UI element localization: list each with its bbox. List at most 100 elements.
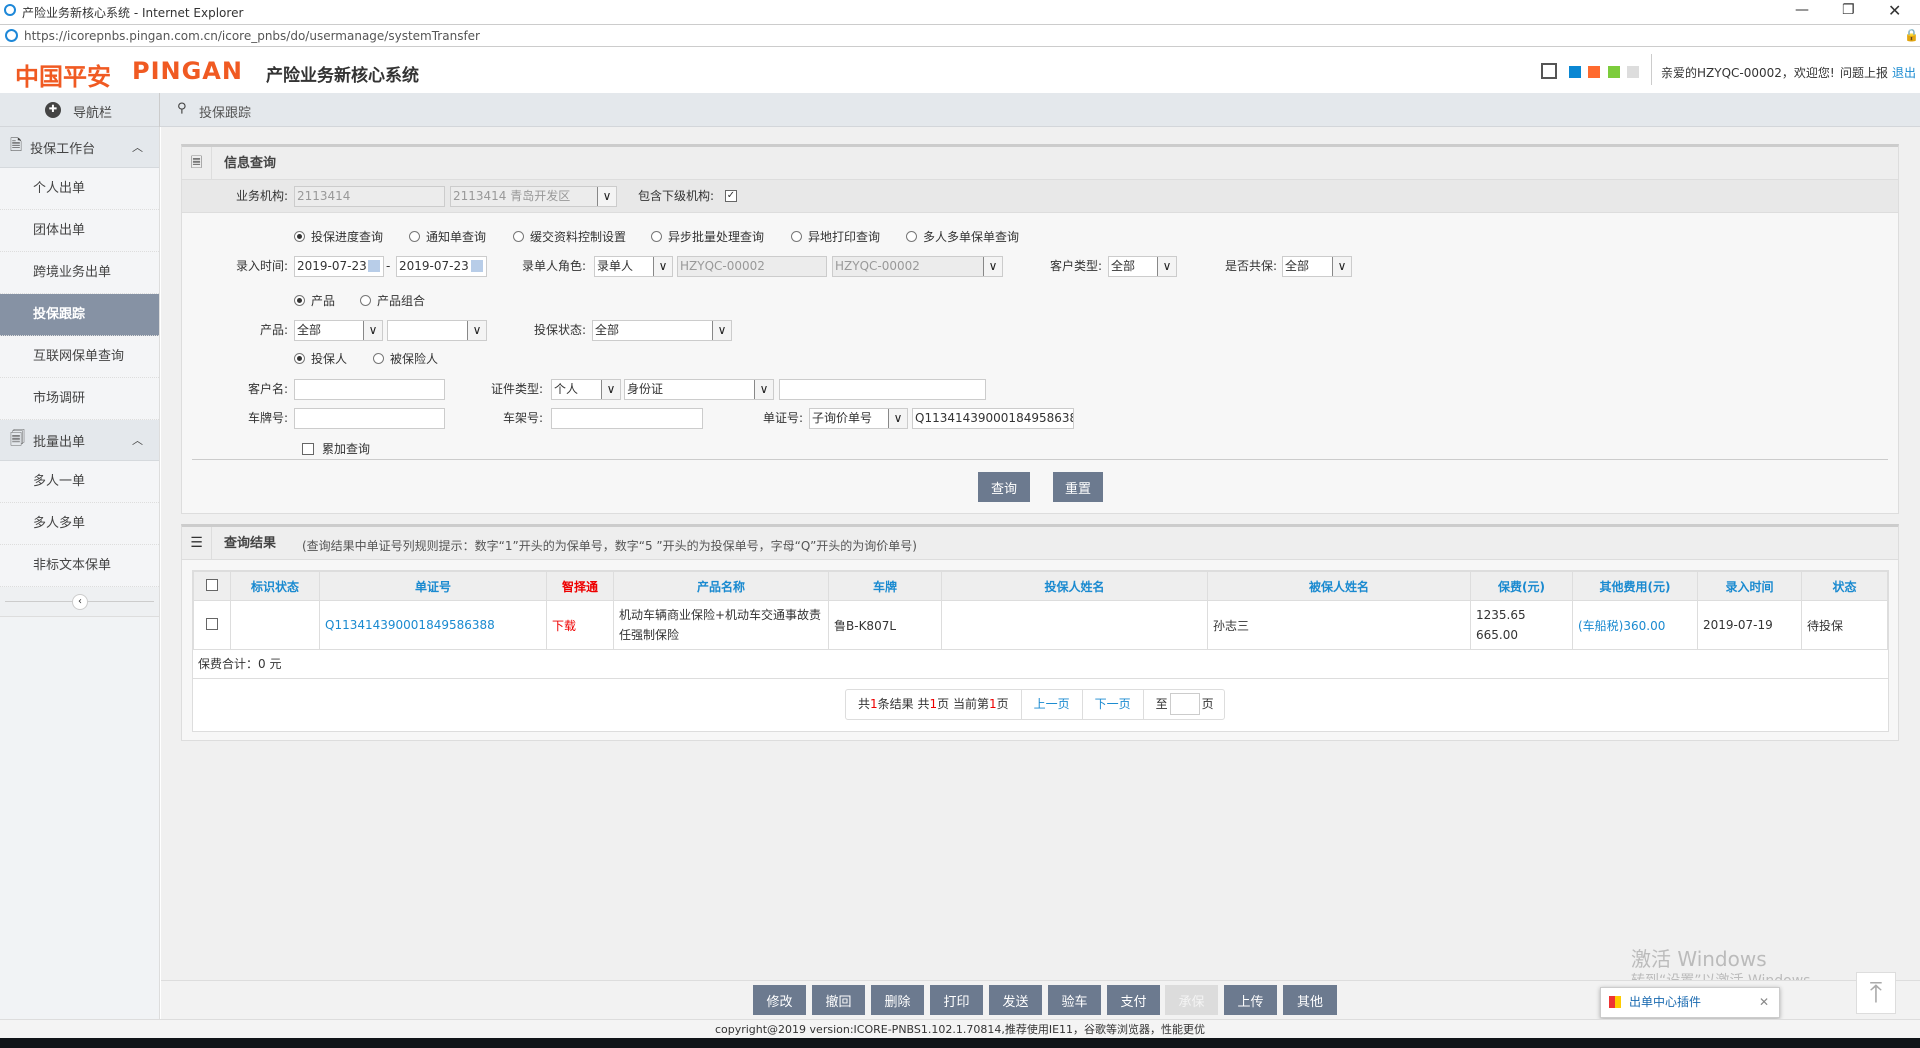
theme-orange-swatch[interactable] — [1588, 66, 1600, 78]
other-button[interactable]: 其他 — [1283, 985, 1337, 1015]
sidebar-item-crossborder[interactable]: 跨境业务出单 — [0, 252, 159, 294]
plugin-label[interactable]: 出单中心插件 — [1629, 988, 1701, 1017]
doc-type-select[interactable]: 子询价单号 ∨ — [809, 408, 908, 429]
address-bar[interactable]: https://icorepnbs.pingan.com.cn/icore_pn… — [0, 24, 1920, 47]
product-select[interactable]: 全部 ∨ — [294, 320, 383, 341]
product-label: 产品: — [259, 323, 288, 337]
id-category-select[interactable]: 个人 ∨ — [551, 379, 621, 400]
radio-multi-policy[interactable]: 多人多单保单查询 — [906, 227, 1019, 247]
upload-button[interactable]: 上传 — [1224, 985, 1277, 1015]
delete-button[interactable]: 删除 — [871, 985, 924, 1015]
theme-gray-swatch[interactable] — [1627, 66, 1639, 78]
sidebar-section-batch[interactable]: 🗐 批量出单 ︿ — [0, 420, 159, 461]
plugin-popup[interactable]: 出单中心插件 ✕ — [1600, 987, 1780, 1018]
calendar-icon[interactable] — [471, 260, 483, 272]
column-header: 车牌 — [828, 571, 942, 601]
report-link[interactable]: 问题上报 — [1840, 64, 1888, 81]
date-to-input[interactable]: 2019-07-23 — [396, 256, 487, 277]
footer: copyright@2019 version:ICORE-PNBS1.102.1… — [0, 1019, 1920, 1038]
next-page-link[interactable]: 下一页 — [1083, 690, 1144, 719]
date-from-input[interactable]: 2019-07-23 — [294, 256, 384, 277]
section-title: 投保工作台 — [30, 141, 96, 157]
role-select[interactable]: 录单人 ∨ — [594, 256, 673, 277]
row-checkbox[interactable] — [206, 617, 218, 630]
chevron-up-icon[interactable]: ︿ — [132, 432, 143, 448]
download-link[interactable]: 下载 — [552, 619, 576, 633]
chevron-down-icon: ∨ — [983, 257, 1002, 276]
coinsurance-select[interactable]: 全部 ∨ — [1282, 256, 1352, 277]
pay-button[interactable]: 支付 — [1107, 985, 1160, 1015]
underwrite-button[interactable]: 承保 — [1165, 985, 1218, 1015]
product-sub-select[interactable]: ∨ — [387, 320, 487, 341]
sidebar-item-multi-multi[interactable]: 多人多单 — [0, 503, 159, 545]
chevron-down-icon: ∨ — [1332, 257, 1351, 276]
radio-product[interactable]: 产品 — [294, 291, 335, 311]
chevron-up-icon[interactable]: ︿ — [132, 139, 143, 155]
cust-name-input[interactable] — [294, 379, 445, 400]
window-titlebar: 产险业务新核心系统 - Internet Explorer — ❐ ✕ — [0, 0, 1920, 24]
sidebar-item-multi-one[interactable]: 多人一单 — [0, 461, 159, 503]
calendar-icon[interactable] — [368, 260, 380, 272]
url-text[interactable]: https://icorepnbs.pingan.com.cn/icore_pn… — [24, 29, 480, 43]
radio-applicant[interactable]: 投保人 — [294, 349, 347, 369]
cumulative-checkbox[interactable] — [302, 443, 314, 455]
print-button[interactable]: 打印 — [930, 985, 983, 1015]
radio-remote-print[interactable]: 异地打印查询 — [791, 227, 880, 247]
theme-green-swatch[interactable] — [1608, 66, 1620, 78]
id-type-select[interactable]: 身份证 ∨ — [624, 379, 774, 400]
select-all-checkbox[interactable] — [206, 578, 218, 591]
radio-async-batch[interactable]: 异步批量处理查询 — [651, 227, 764, 247]
sidebar-item-market-research[interactable]: 市场调研 — [0, 378, 159, 420]
search-button[interactable]: 查询 — [978, 472, 1030, 502]
divider — [1651, 54, 1652, 85]
sidebar-item-group[interactable]: 团体出单 — [0, 210, 159, 252]
list-icon: ☰ — [182, 527, 212, 560]
sidebar-item-personal[interactable]: 个人出单 — [0, 168, 159, 210]
nav-toggle[interactable]: ✚ 导航栏 — [0, 93, 160, 127]
theme-blue-swatch[interactable] — [1569, 66, 1581, 78]
radio-notice-query[interactable]: 通知单查询 — [409, 227, 486, 247]
column-header: 状态 — [1801, 571, 1888, 601]
other-fee-link[interactable]: (车船税)360.00 — [1578, 619, 1665, 633]
user-code-field: HZYQC-00002 — [677, 256, 827, 277]
cust-type-select[interactable]: 全部 ∨ — [1108, 256, 1177, 277]
include-sub-checkbox[interactable]: ✓ — [725, 190, 737, 202]
close-button[interactable]: ✕ — [1888, 1, 1901, 20]
inspect-vehicle-button[interactable]: 验车 — [1048, 985, 1101, 1015]
withdraw-button[interactable]: 撤回 — [812, 985, 865, 1015]
cust-name-label: 客户名: — [247, 382, 288, 396]
prev-page-link[interactable]: 上一页 — [1022, 690, 1083, 719]
radio-insured[interactable]: 被保险人 — [373, 349, 438, 369]
coinsurance-label: 是否共保: — [1224, 259, 1277, 273]
sidebar: 🗎 投保工作台 ︿ 个人出单 团体出单 跨境业务出单 投保跟踪 互联网保单查询 … — [0, 127, 160, 1019]
fullscreen-icon[interactable] — [1541, 63, 1557, 79]
doc-no-input[interactable]: Q113414390001849586388 — [912, 408, 1074, 429]
sidebar-section-workbench[interactable]: 🗎 投保工作台 ︿ — [0, 127, 159, 168]
org-select-value: 2113414 青岛开发区 — [453, 189, 571, 203]
user-select[interactable]: HZYQC-00002 ∨ — [832, 256, 1003, 277]
results-table-wrap: 标识状态 单证号 智择通 产品名称 车牌 投保人姓名 被保人姓名 保费(元) 其… — [192, 570, 1889, 732]
logout-link[interactable]: 退出 — [1892, 64, 1916, 81]
restore-button[interactable]: ❐ — [1842, 2, 1855, 18]
send-button[interactable]: 发送 — [989, 985, 1042, 1015]
sidebar-item-tracking[interactable]: 投保跟踪 — [0, 294, 159, 336]
reset-button[interactable]: 重置 — [1053, 472, 1103, 502]
sidebar-item-internet-query[interactable]: 互联网保单查询 — [0, 336, 159, 378]
frame-input[interactable] — [551, 408, 703, 429]
radio-product-combo[interactable]: 产品组合 — [360, 291, 425, 311]
modify-button[interactable]: 修改 — [753, 985, 806, 1015]
sidebar-item-nonstandard[interactable]: 非标文本保单 — [0, 545, 159, 587]
doc-no-link[interactable]: Q113414390001849586388 — [325, 618, 495, 632]
plate-input[interactable] — [294, 408, 445, 429]
minimize-button[interactable]: — — [1795, 2, 1809, 18]
scroll-to-top-icon[interactable]: ⤒ — [1856, 972, 1896, 1014]
radio-progress-query[interactable]: 投保进度查询 — [294, 227, 383, 247]
org-code-field: 2113414 — [294, 186, 445, 207]
radio-deferred-docs[interactable]: 缓交资料控制设置 — [513, 227, 626, 247]
org-select[interactable]: 2113414 青岛开发区 ∨ — [450, 186, 617, 207]
collapse-sidebar-icon[interactable]: ‹ — [72, 594, 88, 610]
id-number-input[interactable] — [779, 379, 986, 400]
close-icon[interactable]: ✕ — [1759, 988, 1769, 1017]
goto-page-input[interactable] — [1169, 693, 1200, 715]
status-select[interactable]: 全部 ∨ — [592, 320, 732, 341]
